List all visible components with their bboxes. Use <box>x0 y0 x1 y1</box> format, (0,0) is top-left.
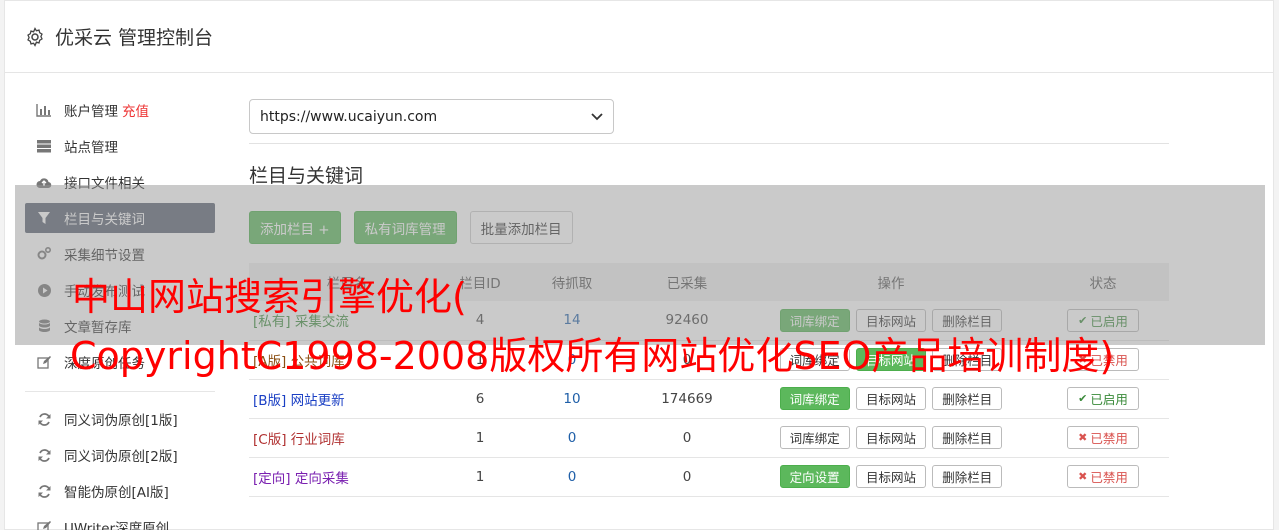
sidebar-item-label: 智能伪原创[AI版] <box>64 485 169 501</box>
header: 优采云 管理控制台 <box>5 1 1273 73</box>
target-site-button[interactable]: 目标网站 <box>855 465 926 488</box>
gear-icon <box>27 26 43 47</box>
status-toggle[interactable]: ✔已启用 <box>1067 387 1139 410</box>
cross-icon: ✖ <box>1078 431 1088 444</box>
watermark-overlay <box>15 185 1265 345</box>
site-select[interactable]: https://www.ucaiyun.com <box>249 99 614 134</box>
actions-cell: 定向设置 目标网站 删除栏目 <box>745 457 1037 497</box>
status-label: 已禁用 <box>1090 470 1128 485</box>
target-site-button[interactable]: 目标网站 <box>855 426 926 449</box>
actions-cell: 词库绑定 目标网站 删除栏目 <box>745 418 1037 458</box>
recharge-link[interactable]: 充值 <box>122 100 149 120</box>
pending-count[interactable]: 10 <box>515 379 629 419</box>
divider <box>249 143 1169 144</box>
sidebar-item-label: 站点管理 <box>64 140 118 156</box>
sidebar-item-uwriter[interactable]: UWriter深度原创 <box>25 512 215 530</box>
watermark-line-1: 中山网站搜索引擎优化( <box>72 275 467 319</box>
edit-icon <box>36 519 52 530</box>
status-cell: ✔已启用 <box>1037 379 1169 419</box>
delete-column-button[interactable]: 删除栏目 <box>932 387 1003 410</box>
pending-count[interactable]: 0 <box>515 457 629 497</box>
column-id: 6 <box>445 379 515 419</box>
sidebar-item-account[interactable]: 账户管理 充值 <box>25 95 215 125</box>
bar-chart-icon <box>36 102 52 118</box>
delete-column-button[interactable]: 删除栏目 <box>932 465 1003 488</box>
bind-lexicon-button[interactable]: 词库绑定 <box>779 426 850 449</box>
column-name-cell[interactable]: [B版] 网站更新 <box>249 379 445 419</box>
status-toggle[interactable]: ✖ 已禁用 <box>1067 465 1139 488</box>
check-icon: ✔ <box>1078 392 1088 405</box>
site-select-value: https://www.ucaiyun.com <box>260 108 438 125</box>
column-name: 定向采集 <box>294 470 349 487</box>
refresh-icon <box>36 411 52 427</box>
section-title: 栏目与关键词 <box>249 165 364 187</box>
column-tag: [定向] <box>253 470 291 487</box>
sidebar-item-label: 同义词伪原创[2版] <box>64 449 178 465</box>
collected-count: 174669 <box>629 379 745 419</box>
page-title: 优采云 管理控制台 <box>55 27 214 49</box>
collected-count: 0 <box>629 457 745 497</box>
cross-icon: ✖ <box>1078 470 1088 483</box>
table-row: [定向] 定向采集 1 0 0 定向设置 目标网站 删除栏目 ✖ 已禁用 <box>249 457 1169 497</box>
column-name-cell[interactable]: [定向] 定向采集 <box>249 457 445 497</box>
table-row: [B版] 网站更新 6 10 174669 词库绑定 目标网站 删除栏目 ✔ 已启… <box>249 379 1169 419</box>
server-icon <box>36 138 52 154</box>
column-name: 行业词库 <box>290 431 345 448</box>
status-cell: ✖ 已禁用 <box>1037 457 1169 497</box>
collected-count: 0 <box>629 418 745 458</box>
sidebar-item-synonym-v1[interactable]: 同义词伪原创[1版] <box>25 404 215 434</box>
refresh-icon <box>36 447 52 463</box>
sidebar-item-synonym-v2[interactable]: 同义词伪原创[2版] <box>25 440 215 470</box>
targeted-settings-button[interactable]: 定向设置 <box>779 465 850 488</box>
sidebar-item-label: 账户管理 <box>64 104 118 120</box>
status-cell: ✖ 已禁用 <box>1037 418 1169 458</box>
sidebar-item-label: 同义词伪原创[1版] <box>64 413 178 429</box>
column-id: 1 <box>445 457 515 497</box>
delete-column-button[interactable]: 删除栏目 <box>932 426 1003 449</box>
actions-cell: 词库绑定 目标网站 删除栏目 <box>745 379 1037 419</box>
column-name: 网站更新 <box>290 392 345 409</box>
sidebar-item-sites[interactable]: 站点管理 <box>25 131 215 161</box>
target-site-button[interactable]: 目标网站 <box>855 387 926 410</box>
watermark-line-2: CopyrightC1998-2008版权所有网站优化SEO产品培训制度) <box>70 334 1115 378</box>
bind-lexicon-button[interactable]: 词库绑定 <box>779 387 850 410</box>
edit-icon <box>36 354 52 370</box>
status-label: 已启用 <box>1090 392 1128 407</box>
refresh-icon <box>36 483 52 499</box>
sidebar-item-label: UWriter深度原创 <box>64 521 170 530</box>
sidebar-divider <box>25 391 215 392</box>
status-label: 已禁用 <box>1090 431 1128 446</box>
column-tag: [C版] <box>253 431 287 448</box>
column-tag: [B版] <box>253 392 287 409</box>
column-name-cell[interactable]: [C版] 行业词库 <box>249 418 445 458</box>
chevron-down-icon <box>591 109 603 125</box>
column-id: 1 <box>445 418 515 458</box>
table-row: [C版] 行业词库 1 0 0 词库绑定 目标网站 删除栏目 ✖ 已禁用 <box>249 418 1169 458</box>
pending-count[interactable]: 0 <box>515 418 629 458</box>
status-toggle[interactable]: ✖ 已禁用 <box>1067 426 1139 449</box>
sidebar-item-ai-pseudo[interactable]: 智能伪原创[AI版] <box>25 476 215 506</box>
